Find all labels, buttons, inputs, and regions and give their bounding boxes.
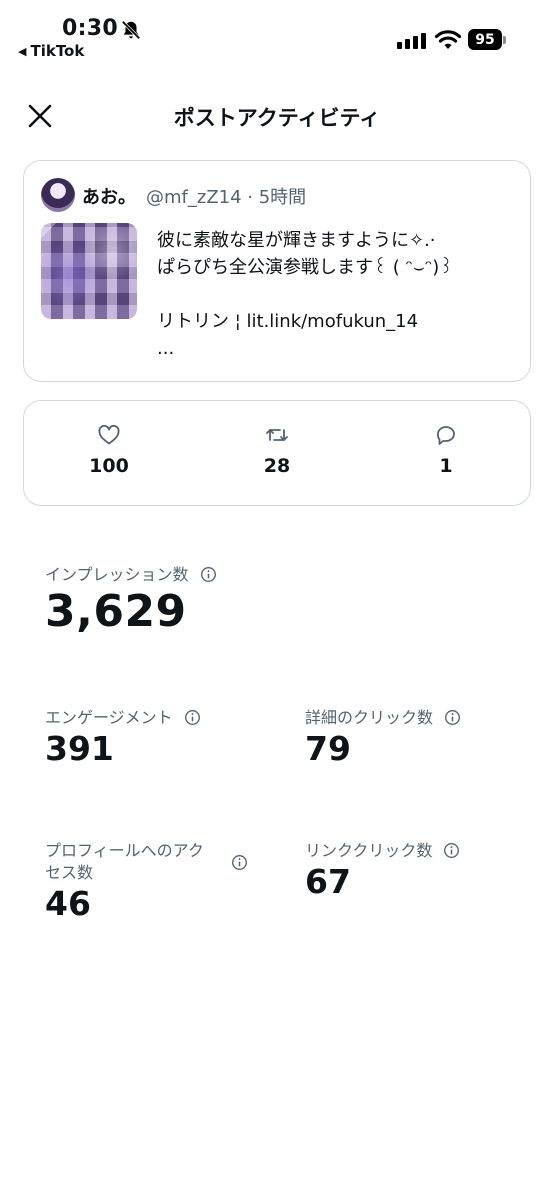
link-clicks-value: 67 [305, 862, 351, 901]
battery-icon: 95 [468, 29, 506, 50]
impressions-metric: インプレッション数 3,629 [45, 564, 217, 637]
back-to-app-link[interactable]: ◀ TikTok [18, 42, 84, 60]
back-app-label: TikTok [30, 42, 85, 60]
reply-icon [437, 426, 455, 445]
likes-stat: 100 [49, 423, 169, 477]
info-icon[interactable] [231, 854, 248, 871]
reposts-count: 28 [263, 455, 291, 477]
back-triangle-icon: ◀ [18, 44, 27, 58]
heart-icon [98, 424, 120, 445]
post-card[interactable]: あお。 @mf_zZ14 · 5時間 彼に素敵な星が輝きますように✧.· ぱらぴ… [23, 160, 531, 382]
likes-count: 100 [89, 455, 129, 477]
handle-time: @mf_zZ14 · 5時間 [146, 187, 307, 208]
engagements-metric: エンゲージメント 391 [45, 707, 201, 768]
info-icon[interactable] [444, 709, 461, 726]
engagements-label: エンゲージメント [45, 708, 173, 727]
post-text-line: ぱらぴち全公演参戦します꒰ ( ᵔ⌣ᵔ)꒱ [157, 257, 454, 278]
repost-icon [266, 429, 288, 441]
engagements-value: 391 [45, 729, 114, 768]
battery-level: 95 [468, 29, 502, 50]
post-text-line: 彼に素敵な星が輝きますように✧.· [157, 230, 436, 251]
link-clicks-label: リンククリック数 [305, 841, 433, 860]
post-text-line: リトリン ¦ lit.link/mofukun_14 [157, 311, 419, 332]
impressions-label: インプレッション数 [45, 565, 189, 584]
post-text: 彼に素敵な星が輝きますように✧.· ぱらぴち全公演参戦します꒰ ( ᵔ⌣ᵔ)꒱ … [157, 227, 453, 362]
reposts-stat: 28 [217, 423, 337, 477]
post-text-line: ... [157, 338, 175, 359]
impressions-value: 3,629 [45, 586, 187, 637]
profile-visits-metric: プロフィールへのアク セス数 46 [45, 840, 255, 923]
status-time: 0:30 [62, 16, 118, 41]
detail-clicks-metric: 詳細のクリック数 79 [305, 707, 461, 768]
info-icon[interactable] [200, 566, 217, 583]
detail-clicks-value: 79 [305, 729, 351, 768]
profile-visits-label-line2: セス数 [45, 863, 94, 882]
detail-clicks-label: 詳細のクリック数 [305, 708, 434, 727]
bell-off-icon [121, 20, 141, 40]
replies-stat: 1 [386, 423, 506, 477]
info-icon[interactable] [443, 842, 460, 859]
engagement-card: 100 28 1 [23, 400, 531, 506]
post-media-thumbnail[interactable] [41, 223, 137, 319]
signal-icon [397, 33, 426, 49]
avatar[interactable] [41, 178, 75, 212]
page-title: ポストアクティビティ [173, 106, 381, 130]
link-clicks-metric: リンククリック数 67 [305, 840, 460, 901]
info-icon[interactable] [184, 709, 201, 726]
replies-count: 1 [439, 455, 453, 477]
status-bar: 0:30 ◀ TikTok 95 [0, 0, 554, 70]
profile-visits-value: 46 [45, 884, 91, 923]
profile-visits-label-line1: プロフィールへのアク [45, 841, 204, 860]
wifi-icon [434, 30, 462, 49]
display-name: あお。 [82, 187, 136, 208]
header: ポストアクティビティ [0, 88, 554, 144]
